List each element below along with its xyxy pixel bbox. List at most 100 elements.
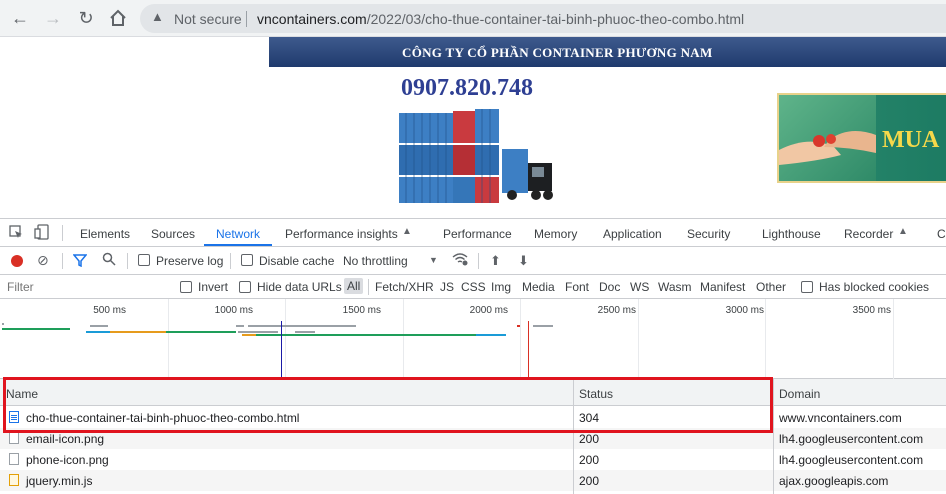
- table-row[interactable]: cho-thue-container-tai-binh-phuoc-theo-c…: [0, 407, 946, 428]
- disable-cache-label[interactable]: Disable cache: [259, 254, 334, 268]
- type-filter-other[interactable]: Other: [756, 280, 786, 294]
- waterfall-bar: [236, 325, 244, 327]
- grid-line: [403, 299, 404, 379]
- upload-icon[interactable]: ⬆: [490, 253, 501, 269]
- waterfall-bar: [517, 325, 520, 327]
- request-status: 200: [579, 474, 600, 488]
- tick-label: 1000 ms: [214, 305, 253, 316]
- devtools-panel: Elements Sources Network Performance ins…: [0, 218, 946, 494]
- tab-elements[interactable]: Elements: [80, 227, 130, 241]
- column-divider[interactable]: [773, 379, 774, 494]
- grid-line: [638, 299, 639, 379]
- forward-icon[interactable]: →: [42, 7, 64, 29]
- url-text[interactable]: vncontainers.com/2022/03/cho-thue-contai…: [257, 11, 744, 27]
- back-icon[interactable]: ←: [9, 7, 31, 29]
- tab-network[interactable]: Network: [216, 227, 260, 241]
- table-row[interactable]: jquery.min.js 200 ajax.googleapis.com: [0, 470, 946, 491]
- grid-line: [285, 299, 286, 379]
- type-filter-js[interactable]: JS: [440, 280, 454, 294]
- invert-checkbox[interactable]: [180, 281, 192, 293]
- clear-icon[interactable]: ⊘: [37, 252, 49, 269]
- security-label[interactable]: Not secure: [174, 11, 242, 27]
- divider: [230, 253, 231, 269]
- throttling-select[interactable]: No throttling: [343, 254, 408, 268]
- script-file-icon: [9, 474, 19, 486]
- type-filter-font[interactable]: Font: [565, 280, 589, 294]
- waterfall-bar: [242, 334, 256, 336]
- waterfall-bar: [256, 334, 476, 336]
- grid-line: [168, 299, 169, 379]
- type-filter-manifest[interactable]: Manifest: [700, 280, 745, 294]
- waterfall-bar: [90, 325, 108, 327]
- divider: [246, 11, 247, 27]
- image-file-icon: [9, 453, 19, 465]
- document-icon: [9, 411, 19, 423]
- phone-number[interactable]: 0907.820.748: [401, 75, 533, 102]
- preserve-log-checkbox[interactable]: [138, 254, 150, 266]
- waterfall-bar: [2, 328, 70, 330]
- tab-performance-insights[interactable]: Performance insights: [285, 227, 398, 241]
- tab-security[interactable]: Security: [687, 227, 730, 241]
- tab-overflow[interactable]: C: [937, 227, 946, 241]
- type-filter-wasm[interactable]: Wasm: [658, 280, 692, 294]
- company-banner: CÔNG TY CỔ PHẦN CONTAINER PHƯƠNG NAM: [269, 37, 946, 67]
- column-header-name[interactable]: Name: [6, 387, 38, 401]
- request-domain: lh4.googleusercontent.com: [779, 453, 924, 467]
- waterfall-bar: [533, 325, 553, 327]
- filter-icon[interactable]: [72, 253, 88, 270]
- inspect-element-icon[interactable]: [9, 225, 23, 242]
- disable-cache-checkbox[interactable]: [241, 254, 253, 266]
- chevron-down-icon[interactable]: ▼: [429, 255, 438, 265]
- network-overview-timeline[interactable]: 500 ms 1000 ms 1500 ms 2000 ms 2500 ms 3…: [0, 299, 946, 379]
- tab-memory[interactable]: Memory: [534, 227, 577, 241]
- reload-icon[interactable]: ↻: [75, 7, 97, 29]
- image-file-icon: [9, 432, 19, 444]
- hide-data-urls-label[interactable]: Hide data URLs: [257, 280, 342, 294]
- request-domain: www.vncontainers.com: [779, 411, 902, 425]
- type-filter-fetch-xhr[interactable]: Fetch/XHR: [375, 280, 434, 294]
- tab-sources[interactable]: Sources: [151, 227, 195, 241]
- has-blocked-cookies-checkbox[interactable]: [801, 281, 813, 293]
- tab-application[interactable]: Application: [603, 227, 662, 241]
- record-icon[interactable]: [11, 255, 23, 267]
- has-blocked-cookies-label[interactable]: Has blocked cookies: [819, 280, 929, 294]
- tab-recorder[interactable]: Recorder: [844, 227, 893, 241]
- table-row[interactable]: phone-icon.png 200 lh4.googleusercontent…: [0, 449, 946, 470]
- advertisement-banner[interactable]: MUA: [777, 93, 946, 183]
- type-filter-all[interactable]: All: [344, 278, 364, 294]
- tick-label: 2500 ms: [597, 305, 636, 316]
- company-name: CÔNG TY CỔ PHẦN CONTAINER PHƯƠNG NAM: [402, 45, 713, 60]
- browser-toolbar: ← → ↻ ▲ Not secure vncontainers.com/2022…: [0, 0, 946, 37]
- waterfall-bar: [476, 334, 506, 336]
- filter-input[interactable]: [3, 277, 168, 296]
- column-header-status[interactable]: Status: [579, 387, 613, 401]
- download-icon[interactable]: ⬇: [518, 253, 529, 269]
- preserve-log-label[interactable]: Preserve log: [156, 254, 223, 268]
- column-header-domain[interactable]: Domain: [779, 387, 820, 401]
- type-filter-doc[interactable]: Doc: [599, 280, 620, 294]
- search-icon[interactable]: [102, 252, 116, 269]
- table-row[interactable]: email-icon.png 200 lh4.googleusercontent…: [0, 428, 946, 449]
- request-table: Name Status Domain cho-thue-container-ta…: [0, 379, 946, 494]
- divider: [478, 253, 479, 269]
- invert-label[interactable]: Invert: [198, 280, 228, 294]
- type-filter-css[interactable]: CSS: [461, 280, 486, 294]
- tab-lighthouse[interactable]: Lighthouse: [762, 227, 821, 241]
- device-toolbar-icon[interactable]: [34, 224, 50, 243]
- table-header: Name Status Domain: [0, 379, 946, 406]
- warning-icon[interactable]: ▲: [151, 9, 164, 24]
- network-conditions-icon[interactable]: [452, 252, 468, 269]
- waterfall-bar: [238, 331, 278, 333]
- hide-data-urls-checkbox[interactable]: [239, 281, 251, 293]
- type-filter-ws[interactable]: WS: [630, 280, 649, 294]
- grid-line: [765, 299, 766, 379]
- web-page: CÔNG TY CỔ PHẦN CONTAINER PHƯƠNG NAM 090…: [0, 37, 946, 218]
- home-icon[interactable]: [107, 7, 129, 29]
- type-filter-media[interactable]: Media: [522, 280, 555, 294]
- tab-performance[interactable]: Performance: [443, 227, 512, 241]
- type-filter-img[interactable]: Img: [491, 280, 511, 294]
- column-divider[interactable]: [573, 379, 574, 494]
- address-bar[interactable]: ▲ Not secure vncontainers.com/2022/03/ch…: [140, 4, 946, 33]
- flask-icon: ▲: [898, 226, 908, 237]
- hands-photo: [779, 95, 876, 181]
